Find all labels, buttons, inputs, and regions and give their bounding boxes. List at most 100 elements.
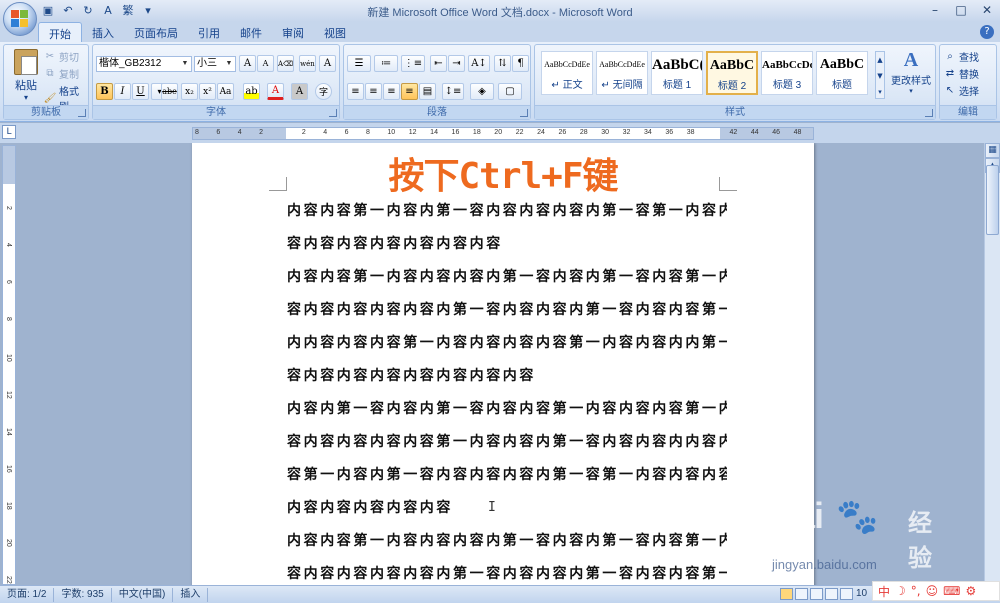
ruler-tick: 28 [579, 129, 588, 136]
character-shading-button[interactable]: A [291, 83, 308, 100]
font-color-button[interactable]: A [267, 83, 284, 100]
shading-button[interactable]: ◈ [470, 83, 494, 100]
outline-view-icon[interactable] [825, 588, 838, 600]
style-title[interactable]: AaBbC 标题 [816, 51, 868, 95]
shrink-font-button[interactable]: A [257, 55, 274, 72]
align-center-button[interactable]: ≡ [365, 83, 382, 100]
character-border-button[interactable]: A [319, 55, 336, 72]
change-case-button[interactable]: Aa [217, 83, 234, 100]
highlight-color-button[interactable]: ab [243, 83, 260, 100]
ime-mode-button[interactable]: 中 [878, 583, 890, 600]
numbering-button[interactable]: ≔ [374, 55, 398, 72]
justify-button[interactable]: ≡ [401, 83, 418, 100]
zoom-level[interactable]: 10 [856, 588, 867, 599]
bullets-button[interactable]: ☰ [347, 55, 371, 72]
ruler-toggle-icon[interactable]: ▦ [985, 143, 1000, 158]
document-body[interactable]: 内容内容第一内容内第一容内容内容内容内第一容第一内容内 容内容内容内容内容内容内… [287, 195, 727, 585]
ime-toolbar: 中 ☽ °, ☺ ⌨ ⚙ [872, 581, 1000, 601]
cut-button[interactable]: ✂ 剪切 [44, 49, 79, 64]
print-layout-view-icon[interactable] [780, 588, 793, 600]
horizontal-ruler[interactable]: 8 6 4 2 2 4 6 8 10 12 14 16 18 20 22 24 26 28 30 32 34 36 38 42… [192, 127, 814, 140]
full-screen-view-icon[interactable] [795, 588, 808, 600]
borders-button[interactable]: ▢ [498, 83, 522, 100]
subscript-button[interactable]: x₂ [181, 83, 198, 100]
chevron-down-icon[interactable]: ▼ [224, 57, 234, 71]
clipboard-group: 粘贴 ▾ ✂ 剪切 ⧉ 复制 🖌 格式刷 剪贴板 [3, 44, 89, 120]
tab-mailings[interactable]: 邮件 [230, 22, 272, 42]
change-styles-button[interactable]: A 更改样式 ▾ [889, 49, 933, 101]
italic-button[interactable]: I [114, 83, 131, 100]
insert-mode[interactable]: 插入 [173, 587, 209, 602]
phonetic-guide-button[interactable]: wén [299, 55, 316, 72]
office-button[interactable] [3, 2, 37, 36]
paste-dropdown-icon[interactable]: ▾ [10, 93, 42, 102]
decrease-indent-button[interactable]: ⇤ [430, 55, 447, 72]
align-left-button[interactable]: ≡ [347, 83, 364, 100]
style-heading-3[interactable]: AaBbCcDc 标题 3 [761, 51, 813, 95]
font-group-label: 字体 [93, 105, 339, 119]
grow-font-button[interactable]: A [239, 55, 256, 72]
ruler-tick: 16 [451, 129, 460, 136]
style-no-spacing[interactable]: AaBbCcDdEe ↵ 无间隔 [596, 51, 648, 95]
chevron-down-icon[interactable]: ▼ [180, 57, 190, 71]
paste-button[interactable]: 粘贴 ▾ [10, 49, 42, 102]
paragraph-launcher-icon[interactable] [520, 109, 528, 117]
language-indicator[interactable]: 中文(中国) [112, 587, 174, 602]
word-count[interactable]: 字数: 935 [54, 587, 112, 602]
tab-view[interactable]: 视图 [314, 22, 356, 42]
increase-indent-button[interactable]: ⇥ [448, 55, 465, 72]
style-heading-2[interactable]: AaBbC 标题 2 [706, 51, 758, 95]
tab-page-layout[interactable]: 页面布局 [124, 22, 188, 42]
scrollbar-thumb[interactable] [986, 165, 999, 235]
maximize-button[interactable]: □ [948, 0, 974, 20]
align-right-button[interactable]: ≡ [383, 83, 400, 100]
keyboard-icon[interactable]: ⌨ [943, 584, 960, 598]
copy-button[interactable]: ⧉ 复制 [44, 66, 79, 81]
style-heading-1[interactable]: AaBbC( 标题 1 [651, 51, 703, 95]
help-icon[interactable]: ? [980, 25, 994, 39]
find-button[interactable]: ⌕ 查找 [944, 49, 979, 64]
chinese-layout-button[interactable]: A↕ [468, 55, 490, 72]
strikethrough-button[interactable]: abe [161, 83, 178, 100]
select-button[interactable]: ↖ 选择 [944, 83, 979, 98]
gear-icon[interactable]: ⚙ [965, 584, 976, 598]
tab-review[interactable]: 审阅 [272, 22, 314, 42]
clipboard-launcher-icon[interactable] [78, 109, 86, 117]
font-size-combo[interactable]: 小三 ▼ [194, 56, 236, 72]
sort-button[interactable]: ⇅ [494, 55, 511, 72]
draft-view-icon[interactable] [840, 588, 853, 600]
style-normal[interactable]: AaBbCcDdEe ↵ 正文 [541, 51, 593, 95]
document-page[interactable]: 按下Ctrl+F键 内容内容第一内容内第一容内容内容内容内第一容第一内容内 容内… [192, 143, 814, 585]
bold-button[interactable]: B [96, 83, 113, 100]
close-button[interactable]: ✕ [974, 0, 1000, 20]
title-bar: ▣ ↶ ↻ A 繁 ▾ 新建 Microsoft Office Word 文档.… [0, 0, 1000, 22]
multilevel-list-button[interactable]: ⋮≡ [401, 55, 425, 72]
punctuation-icon[interactable]: °, [911, 584, 921, 598]
gallery-scroll[interactable]: ▲ ▼ ▾ [875, 51, 885, 99]
distribute-button[interactable]: ▤ [419, 83, 436, 100]
clear-formatting-button[interactable]: A⌫ [277, 55, 294, 72]
underline-button[interactable]: U [132, 83, 149, 100]
font-launcher-icon[interactable] [329, 109, 337, 117]
text-line: 容内容内容内容内容第一内容内容内第一容内容内容内内容内 [287, 434, 727, 450]
web-layout-view-icon[interactable] [810, 588, 823, 600]
replace-button[interactable]: ⇄ 替换 [944, 66, 979, 81]
tab-references[interactable]: 引用 [188, 22, 230, 42]
minimize-button[interactable]: – [922, 0, 948, 20]
tab-selector-icon[interactable]: L [2, 125, 16, 139]
emoji-icon[interactable]: ☺ [926, 584, 939, 598]
show-marks-button[interactable]: ¶ [512, 55, 529, 72]
styles-launcher-icon[interactable] [925, 109, 933, 117]
superscript-button[interactable]: x² [199, 83, 216, 100]
tab-home[interactable]: 开始 [38, 22, 82, 42]
page-count[interactable]: 页面: 1/2 [0, 587, 55, 602]
font-name-combo[interactable]: 楷体_GB2312 ▼ [96, 56, 192, 72]
enclosed-characters-button[interactable]: 字 [315, 83, 332, 100]
line-spacing-button[interactable]: ↕≡ [442, 83, 464, 100]
vertical-ruler[interactable]: 2 4 6 8 10 12 14 16 18 20 22 [2, 145, 16, 585]
vertical-scrollbar[interactable]: ▦ ▲ [984, 143, 1000, 585]
moon-icon[interactable]: ☽ [895, 584, 906, 598]
ruler-tick: 26 [558, 129, 567, 136]
tab-insert[interactable]: 插入 [82, 22, 124, 42]
ruler-tick: 32 [622, 129, 631, 136]
